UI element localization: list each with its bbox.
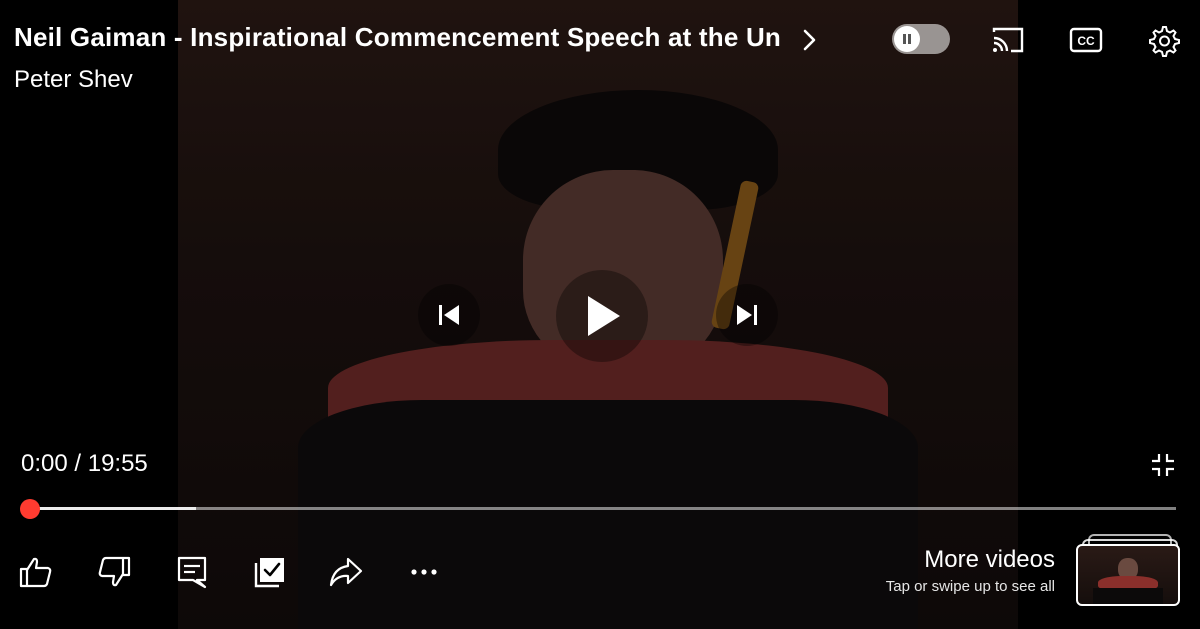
captions-label: CC bbox=[1077, 34, 1095, 48]
next-button[interactable] bbox=[716, 284, 778, 346]
video-title[interactable]: Neil Gaiman - Inspirational Commencement… bbox=[14, 22, 784, 53]
autoplay-toggle[interactable] bbox=[892, 24, 950, 54]
more-videos-thumbnail[interactable] bbox=[1076, 534, 1180, 606]
more-icon[interactable] bbox=[406, 554, 442, 590]
progress-bar[interactable] bbox=[30, 507, 1176, 510]
cast-icon[interactable] bbox=[990, 22, 1026, 58]
share-icon[interactable] bbox=[328, 554, 364, 590]
time-display: 0:00 / 19:55 bbox=[21, 450, 148, 477]
exit-fullscreen-icon[interactable] bbox=[1150, 452, 1176, 478]
captions-icon[interactable]: CC bbox=[1068, 22, 1104, 58]
next-icon bbox=[737, 305, 757, 325]
chevron-right-icon[interactable] bbox=[798, 25, 822, 55]
previous-icon bbox=[439, 305, 459, 325]
play-button[interactable] bbox=[556, 270, 648, 362]
play-icon bbox=[588, 296, 620, 336]
thumbnail-image bbox=[1076, 544, 1180, 606]
scrubber-handle[interactable] bbox=[20, 499, 40, 519]
more-videos-subtitle: Tap or swipe up to see all bbox=[885, 578, 1055, 595]
like-icon[interactable] bbox=[18, 554, 54, 590]
dislike-icon[interactable] bbox=[96, 554, 132, 590]
more-videos-title[interactable]: More videos bbox=[880, 546, 1055, 574]
comments-icon[interactable] bbox=[175, 554, 211, 590]
buffered-progress bbox=[30, 507, 197, 510]
previous-button[interactable] bbox=[418, 284, 480, 346]
thumbnail-content bbox=[1093, 588, 1163, 604]
settings-icon[interactable] bbox=[1145, 22, 1181, 58]
save-icon[interactable] bbox=[252, 554, 288, 590]
channel-name[interactable]: Peter Shev bbox=[14, 66, 133, 94]
pause-icon bbox=[894, 26, 920, 52]
